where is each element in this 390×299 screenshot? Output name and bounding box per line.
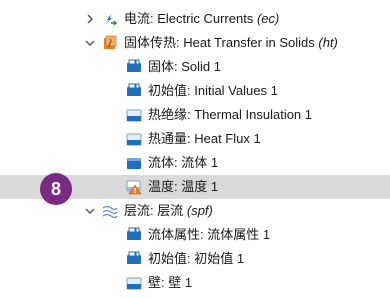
tree-node-label: 热绝缘: Thermal Insulation 1 — [148, 107, 313, 122]
laminar-flow-icon — [102, 203, 118, 219]
tree-node-label: 固体: Solid 1 — [148, 59, 221, 74]
electric-currents-icon — [102, 11, 118, 27]
heat-transfer-icon — [102, 35, 118, 51]
physics-tag: (spf) — [186, 203, 213, 218]
flow-feature-icon — [126, 155, 142, 171]
warning-feature-icon — [126, 179, 142, 195]
tree-node-initial-values-1-cn[interactable]: 初始值: 初始值 1 — [0, 247, 390, 271]
tree-node-label: 流体: 流体 1 — [148, 155, 219, 170]
domain-feature-icon — [126, 227, 142, 243]
tree-node-heat-flux-1[interactable]: 热通量: Heat Flux 1 — [0, 127, 390, 151]
tree-node-initial-values-1[interactable]: 初始值: Initial Values 1 — [0, 79, 390, 103]
tree-node-label: 电流: Electric Currents (ec) — [124, 11, 280, 26]
chevron-down-icon[interactable] — [84, 199, 96, 223]
tree-node-label: 流体属性: 流体属性 1 — [148, 227, 271, 242]
chevron-down-icon[interactable] — [84, 31, 96, 55]
tree-node-heat-transfer-in-solids[interactable]: 固体传热: Heat Transfer in Solids (ht) — [0, 31, 390, 55]
tree-node-thermal-insulation-1[interactable]: 热绝缘: Thermal Insulation 1 — [0, 103, 390, 127]
domain-feature-icon — [126, 251, 142, 267]
physics-tag: (ec) — [256, 11, 280, 26]
tree-node-fluid-properties-1[interactable]: 流体属性: 流体属性 1 — [0, 223, 390, 247]
domain-feature-icon — [126, 59, 142, 75]
tree-node-label: 初始值: 初始值 1 — [148, 251, 245, 266]
tree-node-wall-1[interactable]: 壁: 壁 1 — [0, 271, 390, 295]
tree-node-label: 热通量: Heat Flux 1 — [148, 131, 261, 146]
tree-node-label: 固体传热: Heat Transfer in Solids (ht) — [124, 35, 338, 50]
physics-tag: (ht) — [318, 35, 338, 50]
tree-node-electric-currents[interactable]: 电流: Electric Currents (ec) — [0, 7, 390, 31]
boundary-feature-icon — [126, 107, 142, 123]
step-number-badge: 8 — [40, 173, 72, 205]
boundary-feature-icon — [126, 275, 142, 291]
domain-feature-icon — [126, 83, 142, 99]
tree-node-label: 温度: 温度 1 — [148, 179, 219, 194]
tree-node-solid-1[interactable]: 固体: Solid 1 — [0, 55, 390, 79]
tree-node-flow-1[interactable]: 流体: 流体 1 — [0, 151, 390, 175]
tree-node-label: 壁: 壁 1 — [148, 275, 193, 290]
tree-node-label: 初始值: Initial Values 1 — [148, 83, 278, 98]
boundary-feature-icon — [126, 131, 142, 147]
tree-node-label: 层流: 层流 (spf) — [124, 203, 213, 218]
chevron-right-icon[interactable] — [84, 7, 96, 31]
